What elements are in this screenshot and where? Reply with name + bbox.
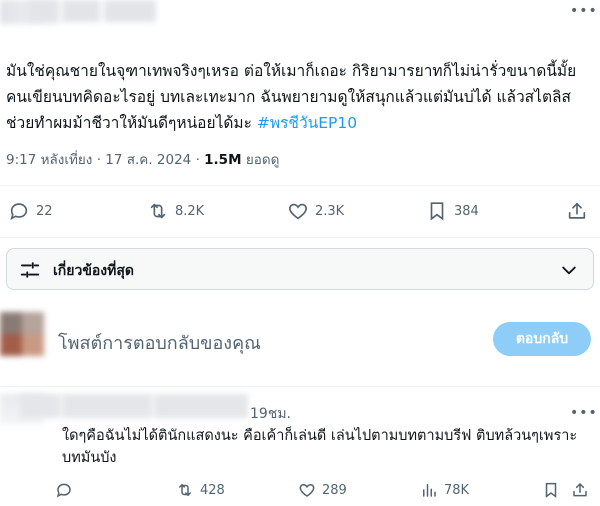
views-count: 1.5M [204, 152, 242, 168]
bookmark-icon [545, 482, 557, 498]
author-name[interactable] [28, 0, 156, 22]
comment-reply-button[interactable] [55, 478, 73, 502]
retweet-icon [179, 484, 191, 496]
divider [0, 237, 600, 238]
reply-submit-button[interactable]: ตอบกลับ [493, 322, 591, 356]
comment-like-button[interactable]: 289 [298, 478, 347, 502]
reply-button[interactable]: 22 [8, 196, 53, 226]
share-icon [568, 202, 586, 219]
hashtag-link[interactable]: #พรชีวันEP10 [257, 114, 357, 132]
share-button[interactable] [566, 196, 588, 226]
comment-views-button[interactable]: 78K [420, 478, 469, 502]
comment-actions: 428 289 78K [0, 478, 600, 502]
sliders-icon [20, 262, 40, 278]
reply-icon [10, 203, 28, 220]
comment-text: ใดๆคือฉันไม่ได้ตินักแสดงนะ คือเค้าก็เล่น… [62, 428, 578, 466]
divider [0, 185, 600, 186]
views-label: ยอดดู [245, 152, 280, 168]
more-options-icon[interactable]: ••• [570, 4, 597, 18]
comment-bookmark-button[interactable] [542, 478, 560, 502]
bookmark-icon [430, 202, 444, 221]
retweet-count: 8.2K [175, 203, 205, 219]
reply-input[interactable]: โพสต์การตอบกลับของคุณ [58, 328, 261, 357]
reply-count: 22 [36, 203, 53, 219]
meta-separator-2: · [195, 152, 200, 168]
sort-label: เกี่ยวข้องที่สุด [53, 263, 135, 279]
my-avatar[interactable] [0, 312, 44, 356]
commenter-name[interactable] [20, 394, 248, 418]
comment-more-icon[interactable]: ••• [570, 406, 597, 420]
share-icon [573, 483, 587, 497]
tweet-date[interactable]: 17 ส.ค. 2024 [105, 152, 191, 168]
bookmark-button[interactable]: 384 [426, 196, 479, 226]
tweet-actions: 22 8.2K 2.3K 384 [0, 196, 600, 226]
heart-icon [299, 483, 315, 497]
comment-retweet-count: 428 [200, 482, 225, 498]
heart-icon [289, 203, 307, 220]
tweet-meta: 9:17 หลังเที่ยง · 17 ส.ค. 2024 · 1.5M ยอ… [6, 148, 279, 170]
comment-time[interactable]: 19ชม. [250, 403, 291, 425]
retweet-icon [150, 203, 166, 219]
retweet-button[interactable]: 8.2K [147, 196, 204, 226]
views-chart-icon [423, 484, 436, 497]
comment-like-count: 289 [322, 482, 347, 498]
reply-icon [56, 483, 71, 498]
divider [0, 386, 600, 387]
tweet-text: มันใช่คุณชายในจุฑาเทพจริงๆเหรอ ต่อให้เมา… [6, 58, 591, 136]
sort-replies-dropdown[interactable]: เกี่ยวข้องที่สุด [6, 248, 594, 290]
meta-separator: · [96, 152, 101, 168]
bookmark-count: 384 [454, 203, 479, 219]
comment-retweet-button[interactable]: 428 [176, 478, 225, 502]
like-count: 2.3K [315, 203, 345, 219]
comment-views-count: 78K [444, 482, 470, 498]
chevron-down-icon [562, 266, 576, 275]
tweet-time[interactable]: 9:17 หลังเที่ยง [6, 152, 92, 168]
like-button[interactable]: 2.3K [287, 196, 344, 226]
comment-share-button[interactable] [571, 478, 589, 502]
